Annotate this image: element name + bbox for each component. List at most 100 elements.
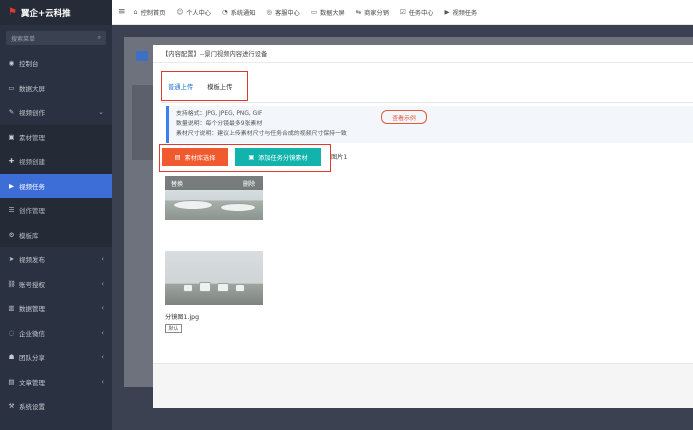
view-example-button[interactable]: 查看示例 (381, 110, 427, 124)
chevron-icon: ‹ (101, 255, 104, 264)
notice-format: 支持格式：JPG, JPEG, PNG, GIF (176, 111, 263, 117)
tank-shape (183, 284, 193, 292)
tank-shape (220, 203, 256, 212)
tank-shape (199, 282, 211, 292)
sidebar-item-label: 创作管理 (19, 207, 45, 216)
replace-button[interactable]: 替换 (171, 179, 183, 188)
top-tab-label: 个人中心 (186, 9, 211, 17)
menu-toggle-icon[interactable]: ≡ (118, 7, 126, 17)
chevron-icon: ‹ (101, 328, 104, 337)
wechat-icon: ◌ (8, 328, 15, 337)
user-icon: ☺ (176, 8, 184, 16)
top-tab-label: 商家分销 (364, 9, 389, 17)
sidebar-nav: ◉ 控制台 ▭ 数据大屏 ✎ 视频创作 ⌄ ▣ 素材管理 ✚ 视频创建 ▶ 视频任务 ☰ 创作管理 ⚙ 模板库 ➤… (0, 51, 112, 419)
home-icon: ⌂ (133, 8, 138, 16)
sidebar-item-label: 数据管理 (19, 305, 45, 314)
bell-icon: ◔ (221, 8, 228, 16)
sidebar: ⚑ 翼企+云科推 搜索菜单 ⌕ ◉ 控制台 ▭ 数据大屏 ✎ 视频创作 ⌄ ▣ 素材管理 ✚ 视频创… (0, 0, 112, 430)
share-icon: ⇆ (355, 8, 362, 16)
sidebar-item-10[interactable]: ▥ 数据管理 ‹ (0, 296, 112, 321)
chevron-icon: ‹ (101, 279, 104, 288)
sidebar-item-label: 文章管理 (19, 378, 45, 387)
top-tab-6[interactable]: ☑ 任务中心 (400, 8, 434, 17)
upload-notice: 支持格式：JPG, JPEG, PNG, GIF 数量说明：每个分镜最多9张素材… (166, 106, 693, 143)
search-input[interactable]: 搜索菜单 (11, 34, 35, 43)
image-icon: ▣ (248, 153, 255, 161)
image-filename: 分镜图1.jpg (165, 314, 200, 321)
sidebar-item-label: 素材管理 (19, 133, 45, 142)
top-tab-label: 数据大屏 (319, 9, 345, 17)
plus-icon: ✚ (8, 157, 15, 166)
search-icon[interactable]: ⌕ (98, 34, 101, 42)
brand-logo[interactable]: ⚑ 翼企+云科推 (0, 0, 112, 25)
select-from-library-label: 素材库选择 (184, 154, 216, 162)
sidebar-item-8[interactable]: ➤ 视频发布 ‹ (0, 247, 112, 272)
sidebar-item-label: 模板库 (19, 231, 39, 240)
dashboard-icon: ◉ (8, 59, 15, 68)
top-tab-label: 任务中心 (408, 9, 434, 17)
modal-title: 【内容配置】--景门视频内容进行设备 (153, 45, 693, 63)
top-tab-label: 视频任务 (452, 9, 478, 17)
top-tab-2[interactable]: ◔ 系统通知 (222, 8, 255, 17)
video-icon: ▶ (444, 8, 450, 16)
top-tab-7[interactable]: ▶ 视频任务 (445, 8, 478, 17)
sidebar-item-label: 账号授权 (19, 280, 45, 289)
logo-icon: ⚑ (8, 7, 17, 18)
sidebar-item-label: 数据大屏 (19, 84, 45, 93)
sidebar-item-0[interactable]: ◉ 控制台 (0, 51, 112, 76)
top-tab-0[interactable]: ⌂ 控制首页 (134, 8, 166, 17)
tank-shape (235, 284, 245, 292)
tab-template-upload[interactable]: 模板上传 (207, 82, 232, 91)
thumbnail-2[interactable] (165, 251, 263, 305)
chevron-icon: ⌄ (98, 108, 104, 117)
background-button (136, 51, 148, 61)
sidebar-item-label: 团队分享 (19, 354, 45, 363)
top-tabs: ⌂ 控制首页 ☺ 个人中心 ◔ 系统通知 ◎ 客服中心 ▭ 数据大屏 ⇆ 商家分销 ☑ 任务中心 ▶ 视频任务 (134, 8, 489, 17)
sidebar-item-3[interactable]: ▣ 素材管理 (0, 124, 112, 149)
headset-icon: ◎ (266, 8, 273, 16)
top-tab-label: 系统通知 (230, 9, 256, 17)
sidebar-item-label: 企业微信 (19, 329, 45, 338)
sidebar-item-14[interactable]: ⚒ 系统设置 (0, 394, 112, 419)
modal-footer (153, 363, 693, 408)
sidebar-item-7[interactable]: ⚙ 模板库 (0, 222, 112, 247)
screen-icon: ▭ (310, 8, 317, 16)
sidebar-search[interactable]: 搜索菜单 ⌕ (6, 31, 106, 45)
top-tab-3[interactable]: ◎ 客服中心 (266, 8, 299, 17)
top-navbar: ≡ ⌂ 控制首页 ☺ 个人中心 ◔ 系统通知 ◎ 客服中心 ▭ 数据大屏 ⇆ 商家分销 ☑ 任务中心 ▶ 视频… (112, 0, 693, 25)
task-icon: ☑ (399, 8, 406, 16)
top-tab-4[interactable]: ▭ 数据大屏 (311, 8, 345, 17)
folder-icon: ▤ (174, 153, 181, 161)
sidebar-item-4[interactable]: ✚ 视频创建 (0, 149, 112, 174)
default-tag[interactable]: 默认 (165, 324, 182, 333)
tank-shape (173, 200, 213, 210)
delete-button[interactable]: 删除 (243, 179, 255, 188)
add-scene-material-button[interactable]: ▣ 添加任务分镜素材 (235, 148, 321, 166)
sidebar-item-2[interactable]: ✎ 视频创作 ⌄ (0, 100, 112, 125)
sidebar-item-6[interactable]: ☰ 创作管理 (0, 198, 112, 223)
sidebar-item-label: 视频创作 (19, 109, 45, 118)
send-icon: ➤ (8, 255, 15, 264)
gear-icon: ⚙ (8, 230, 15, 239)
doc-icon: ▤ (8, 377, 15, 386)
sidebar-item-13[interactable]: ▤ 文章管理 ‹ (0, 370, 112, 395)
sidebar-item-1[interactable]: ▭ 数据大屏 (0, 76, 112, 101)
sidebar-item-5[interactable]: ▶ 视频任务 (0, 173, 112, 198)
screen-icon: ▭ (8, 83, 15, 92)
image-icon: ▣ (8, 132, 15, 141)
sidebar-item-12[interactable]: ☗ 团队分享 ‹ (0, 345, 112, 370)
thumbnail-1[interactable]: 替换 删除 (165, 176, 263, 220)
chevron-icon: ‹ (101, 377, 104, 386)
select-from-library-button[interactable]: ▤ 素材库选择 (162, 148, 228, 166)
top-tab-label: 客服中心 (275, 9, 300, 17)
settings-icon: ⚒ (8, 402, 15, 411)
sidebar-item-9[interactable]: ⛓ 账号授权 ‹ (0, 272, 112, 297)
top-tab-1[interactable]: ☺ 个人中心 (176, 8, 211, 17)
sidebar-item-label: 视频任务 (19, 182, 45, 191)
add-scene-material-label: 添加任务分镜素材 (258, 154, 308, 162)
top-tab-5[interactable]: ⇆ 商家分销 (356, 8, 389, 17)
brand-name: 翼企+云科推 (20, 8, 71, 19)
sidebar-item-11[interactable]: ◌ 企业微信 ‹ (0, 321, 112, 346)
brush-icon: ✎ (8, 108, 15, 117)
tab-normal-upload[interactable]: 普通上传 (168, 82, 193, 91)
